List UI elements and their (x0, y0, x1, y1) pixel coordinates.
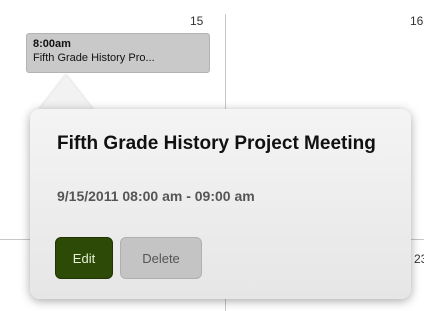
day-number-15[interactable]: 15 (190, 14, 203, 28)
edit-button[interactable]: Edit (55, 237, 113, 279)
calendar-event[interactable]: 8:00am Fifth Grade History Pro... (26, 33, 210, 73)
popover-title: Fifth Grade History Project Meeting (57, 133, 376, 154)
event-popover: Fifth Grade History Project Meeting 9/15… (30, 109, 411, 299)
day-number-16[interactable]: 16 (410, 14, 423, 28)
event-title: Fifth Grade History Pro... (33, 52, 155, 64)
day-number-23[interactable]: 23 (414, 252, 424, 266)
event-time: 8:00am (33, 38, 71, 50)
calendar-month-view: 15 16 23 8:00am Fifth Grade History Pro.… (0, 0, 424, 311)
popover-date-range: 9/15/2011 08:00 am - 09:00 am (57, 188, 255, 204)
popover-arrow (38, 75, 94, 111)
delete-button[interactable]: Delete (120, 237, 202, 279)
